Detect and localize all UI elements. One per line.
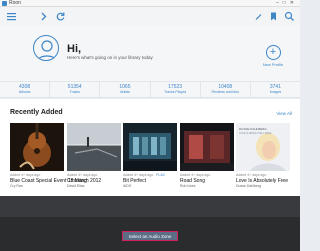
avatar[interactable]	[33, 35, 59, 61]
user-icon	[37, 40, 57, 60]
window-titlebar: Roon –□✕	[0, 0, 300, 7]
stat-tracks[interactable]: 51354 Tracks	[50, 82, 101, 97]
stat-label: Artists	[120, 90, 130, 94]
window-title: Roon	[9, 0, 21, 6]
album-artist[interactable]: AIDS	[123, 184, 177, 188]
stat-tracks-played[interactable]: 17523 Tracks Played	[151, 82, 201, 97]
album-cover[interactable]: DUSSE DAHLBERG LOVE IS ABSOLUTELY FREE	[236, 123, 290, 171]
stat-label: Images	[269, 90, 282, 94]
app-logo-icon	[2, 1, 7, 6]
album-cover[interactable]	[67, 123, 121, 171]
stat-label: Tracks	[69, 90, 80, 94]
album-card[interactable]: DUSSE DAHLBERG LOVE IS ABSOLUTELY FREE A…	[236, 123, 290, 188]
album-cover[interactable]	[180, 123, 234, 171]
select-audio-zone-button[interactable]: Select an Audio Zone	[122, 231, 178, 241]
search-icon[interactable]	[284, 11, 295, 22]
album-artist[interactable]: Rob Ickes	[180, 184, 234, 188]
refresh-icon[interactable]	[55, 11, 66, 22]
added-date-text: Added 4+ days ago	[123, 173, 154, 177]
cover-artist-text: DUSSE DAHLBERG	[239, 127, 267, 131]
stat-reviews[interactable]: 10408 Reviews and bios	[201, 82, 251, 97]
album-card[interactable]: Added 4+ days ago Crossing David Elias	[67, 123, 121, 188]
album-cover[interactable]	[123, 123, 177, 171]
edit-icon[interactable]	[253, 11, 264, 22]
menu-icon[interactable]	[6, 11, 17, 22]
section-title: Recently Added	[10, 109, 63, 116]
stat-label: Reviews and bios	[211, 90, 239, 94]
stat-images[interactable]: 3741 Images	[251, 82, 300, 97]
bookmark-icon[interactable]	[268, 11, 279, 22]
album-card[interactable]: Added 4+ days ago FLAC Bit Perfect AIDS	[123, 123, 177, 188]
recently-added-section: Recently Added View All Added 4+ days ag…	[0, 99, 300, 196]
view-all-link[interactable]: View All	[276, 111, 292, 116]
footer-strip	[0, 196, 300, 217]
stat-artists[interactable]: 1065 Artists	[100, 82, 151, 97]
playback-footer: Select an Audio Zone	[0, 196, 300, 251]
cover-title-text: LOVE IS ABSOLUTELY FREE	[239, 132, 272, 135]
stat-label: Albums	[18, 90, 31, 94]
new-profile-button[interactable]: + New Profile	[258, 45, 288, 67]
album-card[interactable]: Added 4+ days ago Blue Coast Special Eve…	[10, 123, 101, 188]
window-controls[interactable]: –□✕	[276, 0, 298, 7]
library-stats: 4308 Albums 51354 Tracks 1065 Artists 17…	[0, 81, 300, 98]
plus-icon: +	[265, 45, 281, 60]
format-badge: FLAC	[156, 173, 166, 177]
album-artist[interactable]: David Elias	[67, 184, 121, 188]
stat-label: Tracks Played	[164, 90, 187, 94]
album-artist[interactable]: Dusse Dahlberg	[236, 184, 290, 188]
toolbar	[0, 7, 300, 26]
new-profile-label: New Profile	[262, 62, 284, 67]
greeting-subtitle: Here's what's going on in your library t…	[67, 55, 153, 60]
stat-albums[interactable]: 4308 Albums	[0, 82, 51, 97]
album-cover[interactable]	[10, 123, 64, 171]
album-card[interactable]: Added 4+ days ago Road Song Rob Ickes	[180, 123, 234, 188]
forward-icon[interactable]	[38, 11, 49, 22]
album-artist[interactable]: Cry Ran	[10, 184, 64, 188]
profile-header: Hi, Here's what's going on in your libra…	[0, 26, 300, 81]
greeting-heading: Hi,	[67, 43, 82, 55]
